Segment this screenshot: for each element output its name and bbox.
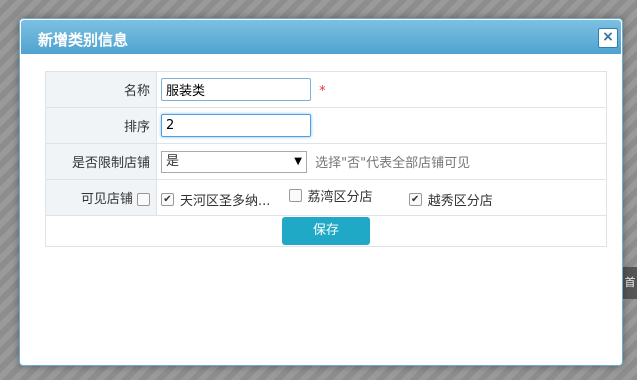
store-name: 天河区圣多纳... xyxy=(180,194,271,209)
side-tab[interactable]: 首页 xyxy=(623,267,637,299)
action-row: 保存 xyxy=(45,215,607,247)
name-input[interactable] xyxy=(161,78,311,101)
add-category-dialog: 新增类别信息 × 名称 * 排序 是否限制店铺 是 ▼ 选择"否"代表全部店铺 xyxy=(19,18,623,366)
order-input[interactable] xyxy=(161,114,311,137)
store-name: 越秀区分店 xyxy=(427,194,493,209)
store-checkbox-checked[interactable]: ✔ xyxy=(408,193,422,206)
limit-store-selected-value: 是 xyxy=(166,153,180,169)
limit-store-hint: 选择"否"代表全部店铺可见 xyxy=(315,156,471,171)
category-form: 名称 * 排序 是否限制店铺 是 ▼ 选择"否"代表全部店铺可见 xyxy=(45,71,607,247)
visible-stores-label: 可见店铺 xyxy=(80,192,133,207)
order-label: 排序 xyxy=(45,107,157,144)
save-button[interactable]: 保存 xyxy=(282,217,370,245)
store-option[interactable]: ✔ 越秀区分店 xyxy=(408,190,493,209)
dropdown-arrow-icon: ▼ xyxy=(294,155,302,167)
visible-stores-label-cell: 可见店铺 xyxy=(45,179,157,216)
select-all-stores-checkbox[interactable] xyxy=(137,193,150,206)
name-label: 名称 xyxy=(45,71,157,108)
store-checkbox[interactable] xyxy=(288,189,302,202)
store-checkbox-checked[interactable]: ✔ xyxy=(161,193,174,206)
dialog-titlebar: 新增类别信息 × xyxy=(21,20,621,54)
required-mark: * xyxy=(319,84,326,99)
store-name: 荔湾区分店 xyxy=(307,190,373,205)
store-option[interactable]: ✔ 天河区圣多纳... xyxy=(161,190,270,209)
limit-store-select[interactable]: 是 ▼ xyxy=(161,150,307,173)
close-icon[interactable]: × xyxy=(598,28,618,48)
store-option[interactable]: 荔湾区分店 xyxy=(288,186,373,205)
dialog-title: 新增类别信息 xyxy=(38,31,129,49)
limit-store-label: 是否限制店铺 xyxy=(45,143,157,180)
